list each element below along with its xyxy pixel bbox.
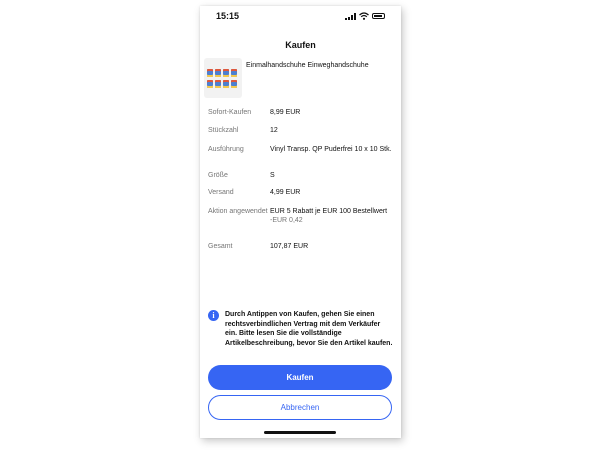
status-bar: 15:15 [200, 6, 401, 28]
detail-label: Aktion angewendet [208, 208, 268, 215]
detail-label: Gesamt [208, 243, 233, 250]
detail-label: Ausführung [208, 146, 244, 153]
promotion-text: EUR 5 Rabatt je EUR 100 Bestellwert [270, 208, 388, 215]
status-time: 15:15 [216, 11, 240, 21]
status-icons [345, 12, 385, 20]
phone-screen: 15:15 Kaufen Einmalhandschuhe Einweghand… [200, 6, 401, 438]
detail-value: 8,99 EUR [270, 109, 301, 116]
product-title: Einmalhandschuhe Einweghandschuhe [246, 62, 369, 69]
detail-value: Vinyl Transp. QP Puderfrei 10 x 10 Stk. [270, 146, 392, 153]
battery-icon [372, 13, 385, 19]
product-image [204, 58, 242, 98]
page-title: Kaufen [285, 40, 316, 50]
product-summary: Einmalhandschuhe Einweghandschuhe [204, 58, 394, 98]
detail-value: S [270, 172, 275, 179]
detail-value: 12 [270, 127, 278, 134]
notice-text: Durch Antippen von Kaufen, gehen Sie ein… [225, 311, 393, 347]
cancel-button[interactable]: Abbrechen [208, 395, 392, 420]
detail-label: Stückzahl [208, 127, 239, 134]
detail-label: Größe [208, 172, 228, 179]
wifi-icon [359, 12, 369, 20]
home-indicator[interactable] [264, 431, 336, 434]
signal-icon [345, 12, 356, 20]
info-icon: i [208, 310, 219, 321]
detail-value: 107,87 EUR [270, 243, 309, 250]
detail-value: 4,99 EUR [270, 189, 301, 196]
detail-label: Sofort-Kaufen [208, 109, 252, 116]
detail-value: EUR 5 Rabatt je EUR 100 Bestellwert -EUR… [270, 207, 392, 225]
detail-label: Versand [208, 189, 234, 196]
promotion-discount: -EUR 0,42 [270, 217, 303, 224]
buy-button[interactable]: Kaufen [208, 365, 392, 390]
